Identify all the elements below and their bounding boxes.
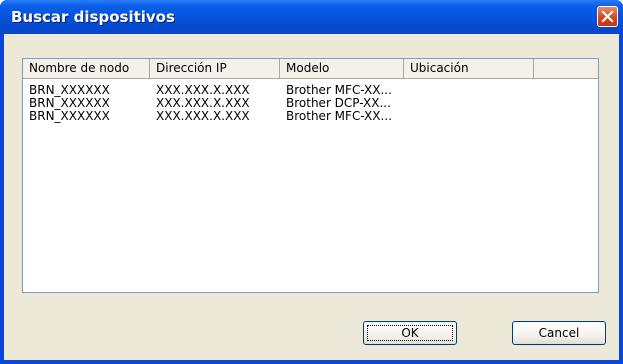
- window-title: Buscar dispositivos: [11, 8, 175, 26]
- dialog-client-area: Nombre de nodo Dirección IP Modelo Ubica…: [4, 34, 619, 360]
- close-x-icon: [601, 10, 614, 23]
- cell-model: Brother DCP-XX...: [286, 96, 391, 110]
- cell-model: Brother MFC-XX...: [286, 109, 392, 123]
- list-header: Nombre de nodo Dirección IP Modelo Ubica…: [23, 59, 598, 79]
- list-row[interactable]: BRN_XXXXXX XXX.XXX.X.XXX Brother MFC-XX.…: [23, 83, 598, 97]
- cell-model: Brother MFC-XX...: [286, 83, 392, 97]
- list-row[interactable]: BRN_XXXXXX XXX.XXX.X.XXX Brother MFC-XX.…: [23, 109, 598, 123]
- cell-node-name: BRN_XXXXXX: [29, 96, 110, 110]
- title-bar[interactable]: Buscar dispositivos: [0, 0, 623, 34]
- cell-ip-address: XXX.XXX.X.XXX: [156, 83, 250, 97]
- cell-node-name: BRN_XXXXXX: [29, 109, 110, 123]
- column-header-ip-address[interactable]: Dirección IP: [150, 59, 280, 78]
- ok-button-label: OK: [367, 325, 453, 341]
- close-button[interactable]: [597, 6, 618, 27]
- ok-button[interactable]: OK: [363, 321, 457, 345]
- cancel-button[interactable]: Cancel: [512, 321, 606, 345]
- cell-node-name: BRN_XXXXXX: [29, 83, 110, 97]
- device-list[interactable]: Nombre de nodo Dirección IP Modelo Ubica…: [22, 58, 599, 293]
- cell-ip-address: XXX.XXX.X.XXX: [156, 96, 250, 110]
- column-header-node-name[interactable]: Nombre de nodo: [23, 59, 150, 78]
- cell-ip-address: XXX.XXX.X.XXX: [156, 109, 250, 123]
- column-header-model[interactable]: Modelo: [280, 59, 404, 78]
- column-header-location[interactable]: Ubicación: [404, 59, 534, 78]
- dialog-window: Buscar dispositivos Nombre de nodo Direc…: [0, 0, 623, 364]
- list-row[interactable]: BRN_XXXXXX XXX.XXX.X.XXX Brother DCP-XX.…: [23, 96, 598, 110]
- column-header-empty: [534, 59, 598, 78]
